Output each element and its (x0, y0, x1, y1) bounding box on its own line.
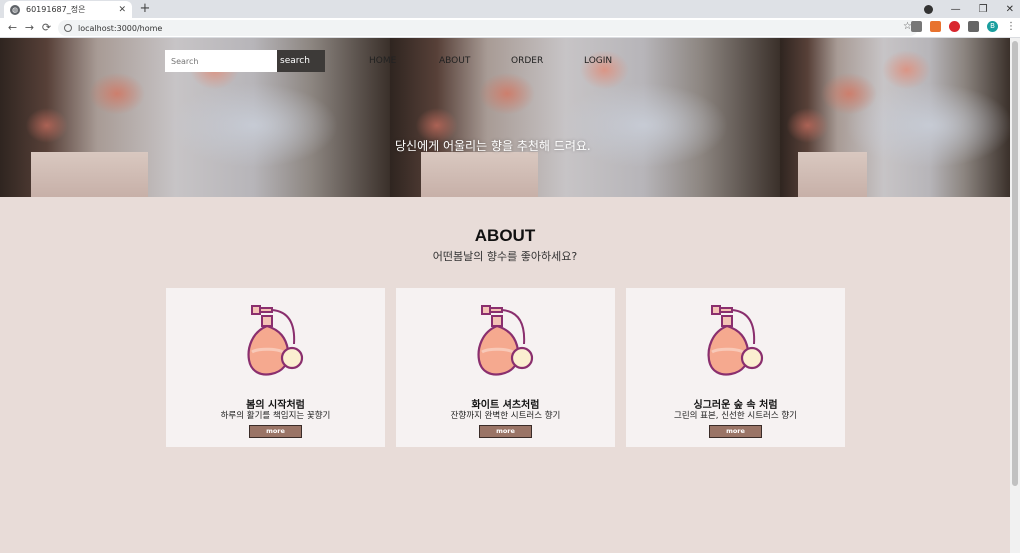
perfume-bottle-icon (247, 305, 304, 376)
forward-button[interactable]: → (21, 21, 38, 34)
more-button[interactable]: more (249, 425, 302, 438)
nav-link-login[interactable]: LOGIN (584, 56, 612, 66)
about-subtitle: 어떤봄날의 향수를 좋아하세요? (432, 250, 578, 263)
puzzle-icon[interactable] (968, 21, 979, 32)
card-description: 잔향까지 완벽한 시트러스 향기 (450, 411, 561, 421)
globe-icon: ◍ (10, 4, 20, 15)
close-window-button[interactable]: ✕ (1006, 4, 1014, 15)
search-button[interactable]: search (277, 50, 325, 72)
tab-title: 60191687_정은 (26, 5, 86, 14)
extension-icons: B ⋮ (911, 21, 1016, 32)
nav-link-home[interactable]: HOME (369, 56, 396, 66)
card-description: 하루의 활기를 책임지는 꽃향기 (220, 411, 331, 421)
extension-icon[interactable] (930, 21, 941, 32)
nav-link-order[interactable]: ORDER (511, 56, 543, 66)
media-control-icon[interactable] (923, 4, 933, 14)
extension-icon[interactable] (911, 21, 922, 32)
menu-kebab-icon[interactable]: ⋮ (1006, 21, 1016, 32)
scrollbar-thumb[interactable] (1012, 41, 1018, 486)
more-button[interactable]: more (479, 425, 532, 438)
browser-tab[interactable]: ◍ 60191687_정은 ✕ (4, 1, 132, 18)
profile-avatar[interactable]: B (987, 21, 998, 32)
perfume-bottle-icon (477, 305, 534, 376)
top-navigation: search HOME ABOUT ORDER LOGIN (0, 38, 1010, 78)
minimize-button[interactable]: — (951, 4, 961, 15)
back-button[interactable]: ← (4, 21, 21, 34)
reload-button[interactable]: ⟳ (38, 21, 55, 34)
info-icon[interactable] (64, 24, 72, 32)
about-title: ABOUT (474, 226, 536, 245)
page-content: search HOME ABOUT ORDER LOGIN 당신에게 어울리는 … (0, 38, 1010, 553)
hero-caption: 당신에게 어울리는 향을 추천해 드려요. (395, 139, 591, 153)
search-input[interactable] (165, 50, 277, 72)
page-scrollbar[interactable] (1010, 38, 1020, 553)
more-button[interactable]: more (709, 425, 762, 438)
address-bar[interactable]: localhost:3000/home ☆ (58, 20, 918, 36)
new-tab-button[interactable]: + (138, 1, 152, 16)
product-card: 봄의 시작처럼 하루의 활기를 책임지는 꽃향기 more (166, 288, 385, 447)
extension-icon[interactable] (949, 21, 960, 32)
nav-link-about[interactable]: ABOUT (439, 56, 470, 66)
perfume-bottle-icon (707, 305, 764, 376)
hero-banner: search HOME ABOUT ORDER LOGIN 당신에게 어울리는 … (0, 38, 1010, 197)
close-tab-icon[interactable]: ✕ (118, 5, 126, 15)
url-text[interactable]: localhost:3000/home (78, 24, 162, 33)
window-controls: — ❐ ✕ (923, 0, 1014, 18)
restore-button[interactable]: ❐ (979, 4, 988, 15)
browser-tab-bar: ◍ 60191687_정은 ✕ + — ❐ ✕ (0, 0, 1020, 18)
browser-toolbar: ← → ⟳ localhost:3000/home ☆ B ⋮ (0, 18, 1020, 38)
product-card: 화이트 셔츠처럼 잔향까지 완벽한 시트러스 향기 more (396, 288, 615, 447)
card-description: 그린의 표본, 신선한 시트러스 향기 (674, 411, 797, 421)
product-card: 싱그러운 숲 속 처럼 그린의 표본, 신선한 시트러스 향기 more (626, 288, 845, 447)
